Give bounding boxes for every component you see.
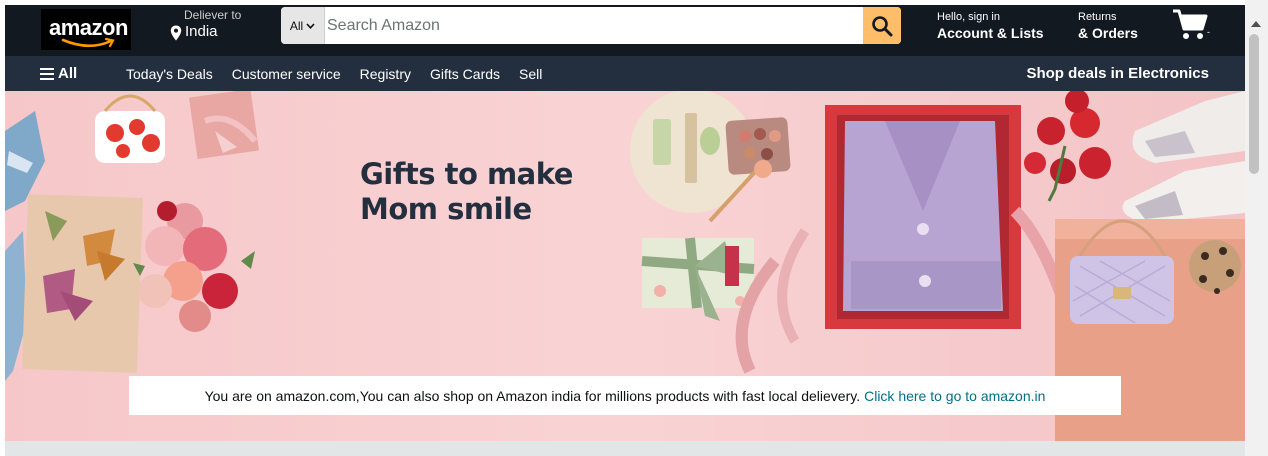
returns-and-orders[interactable]: Returns & Orders	[1078, 11, 1138, 41]
hero-title-line2: Mom smile	[360, 192, 532, 226]
locale-notice-text: You are on amazon.com,You can also shop …	[204, 387, 861, 404]
electronics-deals-link[interactable]: Shop deals in Electronics	[1026, 65, 1209, 82]
all-menu-label: All	[58, 65, 78, 82]
returns-line1: Returns	[1078, 11, 1117, 23]
secondary-navigation-bar: All Today's Deals Customer service Regis…	[5, 56, 1245, 91]
search-button[interactable]	[863, 7, 901, 44]
nav-links: Today's Deals Customer service Registry …	[126, 66, 542, 82]
top-navigation-bar: amazon Deliever to India All Hell	[5, 5, 1245, 56]
search-category-label: All	[289, 18, 304, 33]
amazon-in-link[interactable]: Click here to go to amazon.in	[864, 388, 1045, 404]
cart-button[interactable]: -	[1171, 7, 1211, 43]
page-scrollbar[interactable]	[1245, 0, 1268, 456]
nav-link-gift-cards[interactable]: Gifts Cards	[430, 66, 500, 82]
account-label: Account & Lists	[937, 25, 1044, 41]
nav-link-todays-deals[interactable]: Today's Deals	[126, 66, 213, 82]
logo-smile-icon	[61, 37, 115, 48]
search-category-dropdown[interactable]: All	[281, 7, 325, 44]
scroll-up-arrow-icon[interactable]	[1251, 20, 1261, 28]
account-and-lists[interactable]: Hello, sign in Account & Lists	[937, 11, 1044, 41]
content-area-start	[5, 441, 1245, 456]
location-pin-icon	[170, 25, 182, 41]
nav-link-sell[interactable]: Sell	[519, 66, 542, 82]
hamburger-icon	[40, 67, 54, 80]
hero-title: Gifts to make Mom smile	[360, 157, 573, 227]
scroll-thumb[interactable]	[1249, 34, 1259, 174]
all-menu-button[interactable]: All	[40, 65, 77, 82]
hero-title-line1: Gifts to make	[360, 157, 573, 191]
deliver-to-location: India	[185, 23, 218, 40]
hero-banner[interactable]: Gifts to make Mom smile You are on amazo…	[5, 91, 1245, 441]
nav-link-customer-service[interactable]: Customer service	[232, 66, 341, 82]
nav-link-registry[interactable]: Registry	[360, 66, 411, 82]
cart-icon	[1173, 9, 1208, 39]
search-icon	[872, 15, 893, 36]
deliver-to-label: Deliever to	[184, 8, 242, 22]
chevron-down-icon	[306, 22, 315, 29]
search-input[interactable]	[325, 7, 863, 44]
amazon-logo[interactable]: amazon	[41, 9, 131, 50]
locale-notice: You are on amazon.com,You can also shop …	[129, 376, 1121, 415]
cart-count: -	[1207, 27, 1210, 37]
returns-line2: & Orders	[1078, 25, 1138, 41]
search-bar: All	[281, 7, 901, 44]
account-greeting: Hello, sign in	[937, 11, 1000, 23]
